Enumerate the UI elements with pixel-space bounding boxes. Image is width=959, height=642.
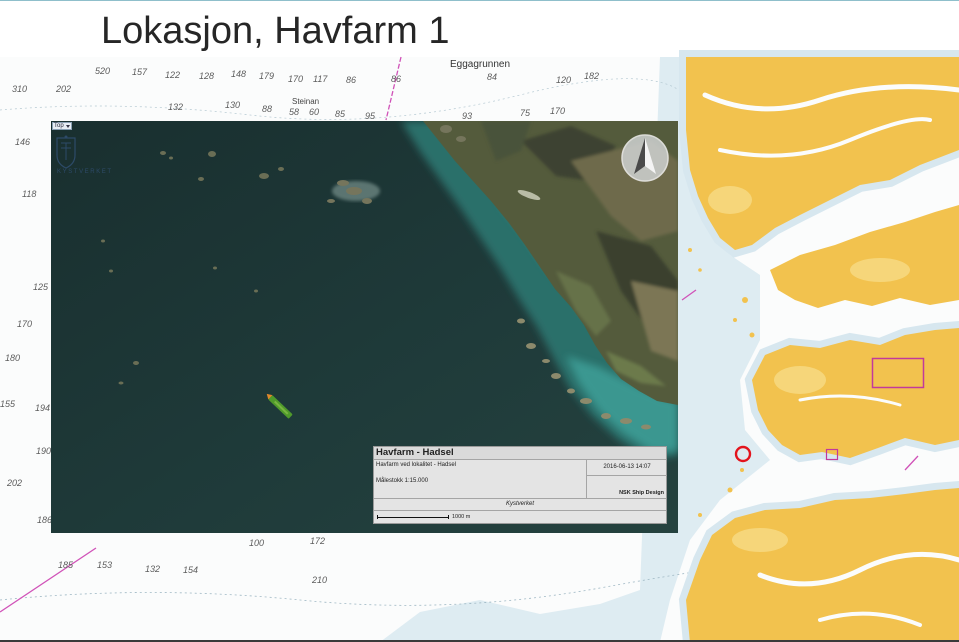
depth-label: 202 — [7, 478, 23, 488]
view-dropdown-label: Top — [54, 123, 64, 129]
map-info-box: Havfarm - Hadsel Havfarm ved lokalitet -… — [373, 446, 667, 524]
depth-label: 190 — [36, 446, 52, 456]
depth-label: 100 — [249, 538, 265, 548]
info-source: Kystverket — [374, 499, 666, 511]
depth-label: 520 — [95, 66, 111, 76]
depth-label: 118 — [22, 189, 37, 199]
depth-label: 128 — [199, 71, 215, 81]
scale-bar: 1000 m — [374, 511, 666, 523]
crest-icon — [56, 135, 76, 169]
depth-label: 180 — [5, 353, 21, 363]
scale-bar-tick — [448, 515, 449, 519]
slide-title: Lokasjon, Havfarm 1 — [101, 10, 450, 52]
info-timestamp: 2016-06-13 14:07 — [587, 460, 667, 476]
depth-label: 75 — [520, 108, 531, 118]
scale-bar-tick — [377, 515, 378, 519]
depth-label: 210 — [312, 575, 328, 585]
depth-label: 93 — [462, 111, 473, 121]
depth-label: 146 — [15, 137, 31, 147]
depth-label: 170 — [288, 74, 304, 84]
depth-label: 58 — [289, 107, 300, 117]
depth-label: 95 — [365, 111, 376, 121]
place-name-eggagrunnen: Eggagrunnen — [450, 59, 511, 70]
logo-text: KYSTVERKET — [57, 169, 113, 175]
depth-label: 170 — [17, 319, 33, 329]
info-description: Havfarm ved lokalitet - Hadsel — [376, 462, 457, 468]
satellite-image-inset: Top KYSTVERKET Havfarm - Hadsel Havfarm … — [51, 121, 678, 533]
depth-label: 157 — [132, 67, 148, 77]
scale-bar-line — [377, 517, 449, 518]
depth-label: 130 — [225, 100, 241, 110]
info-main: Havfarm ved lokalitet - Hadsel Målestokk… — [374, 460, 667, 499]
info-designer: NSK Ship Design — [619, 490, 664, 496]
depth-label: 185 — [58, 560, 74, 570]
depth-label: 182 — [584, 71, 600, 81]
info-scale: Målestokk 1:15.000 — [376, 478, 429, 484]
depth-label: 153 — [97, 560, 113, 570]
place-name-steinan: Steinan — [292, 97, 320, 106]
depth-label: 117 — [313, 74, 328, 84]
depth-label: 120 — [556, 75, 572, 85]
depth-label: 85 — [335, 109, 346, 119]
scale-bar-label: 1000 m — [452, 514, 471, 520]
chevron-down-icon — [66, 125, 70, 128]
depth-label: 86 — [346, 75, 357, 85]
depth-label: 84 — [487, 72, 498, 82]
info-right-column: 2016-06-13 14:07 NSK Ship Design — [586, 460, 667, 498]
depth-label: 86 — [391, 74, 402, 84]
info-title: Havfarm - Hadsel — [374, 447, 666, 460]
depth-label: 125 — [33, 282, 49, 292]
depth-label: 172 — [310, 536, 326, 546]
depth-label: 186 — [37, 515, 53, 525]
depth-label: 132 — [168, 102, 184, 112]
depth-label: 148 — [231, 69, 247, 79]
depth-label: 155 — [0, 399, 16, 409]
depth-label: 194 — [35, 403, 51, 413]
depth-label: 88 — [262, 104, 273, 114]
view-dropdown-button: Top — [52, 122, 72, 130]
depth-label: 132 — [145, 564, 161, 574]
depth-label: 154 — [183, 565, 199, 575]
north-arrow-icon — [621, 134, 669, 182]
depth-label: 179 — [259, 71, 275, 81]
depth-label: 310 — [12, 84, 28, 94]
depth-label: 202 — [56, 84, 72, 94]
kystverket-logo: KYSTVERKET — [55, 135, 121, 179]
depth-label: 60 — [309, 107, 320, 117]
slide: Eggagrunnen Steinan 520 157 122 128 148 … — [0, 0, 959, 642]
depth-label: 170 — [550, 106, 566, 116]
depth-label: 122 — [165, 70, 181, 80]
